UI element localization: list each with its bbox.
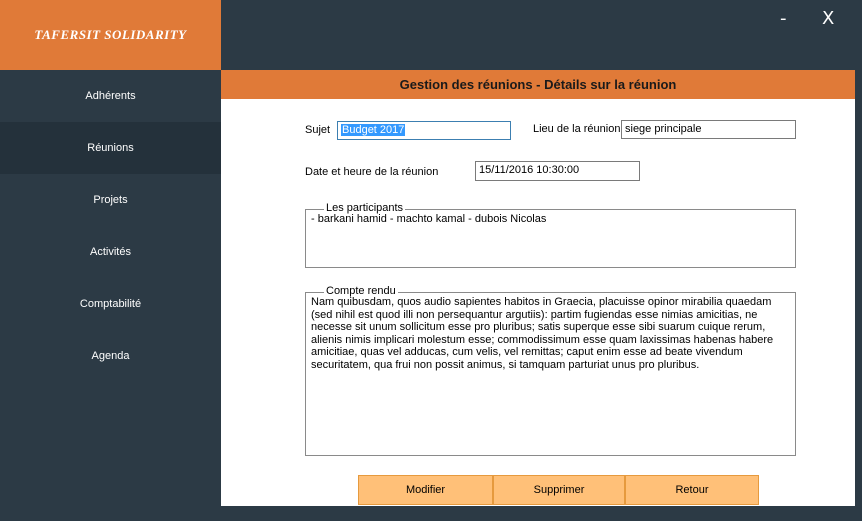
retour-button[interactable]: Retour bbox=[625, 475, 759, 505]
modifier-button[interactable]: Modifier bbox=[358, 475, 493, 505]
main-content: Gestion des réunions - Détails sur la ré… bbox=[221, 70, 855, 506]
date-label: Date et heure de la réunion bbox=[305, 166, 439, 178]
participants-group: Les participants - barkani hamid - macht… bbox=[305, 202, 796, 268]
app-logo: TAFERSIT SOLIDARITY bbox=[0, 0, 221, 70]
sidebar-item-agenda[interactable]: Agenda bbox=[0, 330, 221, 382]
sidebar-item-projets[interactable]: Projets bbox=[0, 174, 221, 226]
app-title: TAFERSIT SOLIDARITY bbox=[34, 27, 187, 42]
sidebar: Adhérents Réunions Projets Activités Com… bbox=[0, 70, 221, 382]
lieu-label: Lieu de la réunion bbox=[533, 123, 621, 135]
sidebar-item-activites[interactable]: Activités bbox=[0, 226, 221, 278]
participants-label: Les participants bbox=[324, 202, 406, 214]
compte-rendu-group: Compte rendu Nam quibusdam, quos audio s… bbox=[305, 285, 796, 456]
sidebar-item-adherents[interactable]: Adhérents bbox=[0, 70, 221, 122]
sujet-value: Budget 2017 bbox=[341, 124, 406, 136]
supprimer-button[interactable]: Supprimer bbox=[493, 475, 625, 505]
sidebar-item-reunions[interactable]: Réunions bbox=[0, 122, 221, 174]
date-input[interactable]: 15/11/2016 10:30:00 bbox=[475, 161, 640, 181]
minimize-button[interactable]: - bbox=[780, 8, 787, 29]
lieu-input[interactable]: siege principale bbox=[621, 120, 796, 139]
close-button[interactable]: X bbox=[822, 8, 834, 29]
compte-rendu-label: Compte rendu bbox=[324, 285, 398, 297]
sujet-label: Sujet bbox=[305, 124, 331, 136]
page-title: Gestion des réunions - Détails sur la ré… bbox=[221, 70, 855, 99]
compte-rendu-textarea[interactable]: Nam quibusdam, quos audio sapientes habi… bbox=[306, 293, 795, 374]
sujet-input[interactable]: Budget 2017 bbox=[337, 121, 511, 140]
sidebar-item-comptabilite[interactable]: Comptabilité bbox=[0, 278, 221, 330]
